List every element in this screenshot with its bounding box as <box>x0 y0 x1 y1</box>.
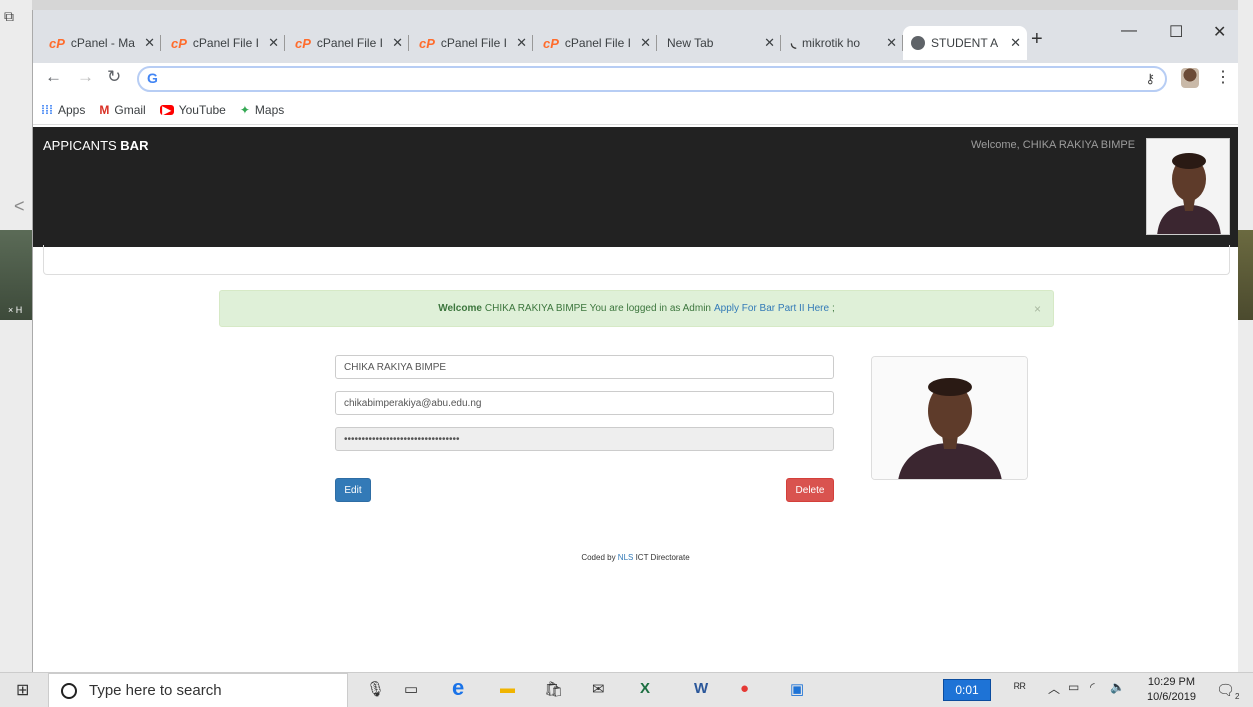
web-page: APPICANTS BAR Welcome, CHIKA RAKIYA BIMP… <box>33 127 1238 672</box>
close-alert-icon[interactable]: × <box>1034 302 1041 316</box>
profile-photo <box>871 356 1028 480</box>
new-tab-icon[interactable]: + <box>1031 28 1043 51</box>
header-panel <box>43 245 1230 275</box>
store-icon[interactable]: 🛍 <box>544 680 563 698</box>
volume-icon[interactable]: 🔈 <box>1110 680 1125 694</box>
taskbar-search[interactable]: Type here to search <box>48 673 348 707</box>
close-tab-icon[interactable]: ✕ <box>886 35 897 51</box>
windows-start-icon[interactable]: ⊞ <box>16 680 29 700</box>
close-tab-icon[interactable]: ✕ <box>392 35 403 51</box>
tab-cpanel-3[interactable]: cP cPanel File I ✕ <box>287 26 409 60</box>
close-tab-icon[interactable]: ✕ <box>764 35 775 51</box>
excel-icon[interactable]: X <box>640 680 650 697</box>
task-view-icon[interactable]: ▭ <box>404 680 418 698</box>
tab-cpanel-4[interactable]: cP cPanel File I ✕ <box>411 26 533 60</box>
cpanel-icon: cP <box>419 35 435 51</box>
mikrotik-icon: ◟ <box>791 35 797 50</box>
profile-avatar-icon[interactable] <box>1181 68 1199 88</box>
tab-cpanel-5[interactable]: cP cPanel File I ✕ <box>535 26 657 60</box>
page-footer: Coded by NLS ICT Directorate <box>581 553 690 562</box>
browser-window: cP cPanel - Ma ✕ cP cPanel File I ✕ cP c… <box>32 10 1238 672</box>
browser-toolbar: ← → ↻ G ⚷ ⋮ <box>33 63 1238 95</box>
apps-grid-icon: ⁞⁞⁞ <box>41 102 53 117</box>
cpanel-icon: cP <box>49 35 65 51</box>
windows-taskbar: ⊞ Type here to search 🎙 ▭ e ▬ 🛍 ✉ X W ● … <box>0 672 1253 707</box>
tab-bar: cP cPanel - Ma ✕ cP cPanel File I ✕ cP c… <box>33 10 1238 63</box>
youtube-icon: ▶ <box>159 104 174 116</box>
restore-window-icon[interactable]: ⧉ <box>4 8 14 25</box>
maximize-icon[interactable]: ☐ <box>1169 22 1183 42</box>
mail-icon[interactable]: ✉ <box>592 680 605 698</box>
site-brand[interactable]: APPICANTS BAR <box>43 138 148 153</box>
close-tab-icon[interactable]: ✕ <box>516 35 527 51</box>
timer-badge[interactable]: 0:01 <box>943 679 991 701</box>
file-explorer-icon[interactable]: ▬ <box>500 680 515 697</box>
nls-link[interactable]: NLS <box>618 553 634 562</box>
name-field[interactable]: CHIKA RAKIYA BIMPE <box>335 355 834 379</box>
bookmarks-bar: ⁞⁞⁞ Apps M Gmail ▶ YouTube ✦ Maps <box>33 95 1238 125</box>
google-icon: G <box>147 70 158 86</box>
delete-button[interactable]: Delete <box>786 478 834 502</box>
reload-icon[interactable]: ↻ <box>107 67 121 87</box>
show-hidden-icons[interactable]: ︿ <box>1048 680 1060 697</box>
minimize-icon[interactable]: — <box>1121 22 1137 40</box>
tab-new-tab[interactable]: New Tab ✕ <box>659 26 781 60</box>
battery-icon[interactable]: ▭ <box>1068 680 1079 694</box>
globe-icon <box>911 36 925 50</box>
welcome-user-text: Welcome, CHIKA RAKIYA BIMPE <box>971 139 1136 151</box>
bookmark-gmail[interactable]: M Gmail <box>99 103 145 117</box>
word-icon[interactable]: W <box>694 680 708 697</box>
people-icon[interactable]: ᴿᴿ <box>1014 680 1026 695</box>
desktop-background <box>0 0 1253 10</box>
back-arrow-icon: < <box>14 196 25 216</box>
app-icon[interactable]: ▣ <box>790 680 804 698</box>
close-window-icon[interactable]: ✕ <box>1213 22 1226 42</box>
tab-cpanel-1[interactable]: cP cPanel - Ma ✕ <box>41 26 161 60</box>
edge-icon[interactable]: e <box>452 675 464 701</box>
background-label: × H <box>8 305 23 315</box>
gmail-icon: M <box>99 102 110 117</box>
header-user-photo <box>1146 138 1230 235</box>
bookmark-maps[interactable]: ✦ Maps <box>240 103 284 117</box>
close-tab-icon[interactable]: ✕ <box>268 35 279 51</box>
password-field[interactable]: ••••••••••••••••••••••••••••••••• <box>335 427 834 451</box>
cortana-icon <box>61 682 77 699</box>
apply-bar-part-ii-link[interactable]: Apply For Bar Part II Here <box>714 303 829 314</box>
cpanel-icon: cP <box>295 35 311 51</box>
close-tab-icon[interactable]: ✕ <box>1010 35 1021 51</box>
background-window-left: ⧉ < × H <box>0 0 32 672</box>
email-field[interactable]: chikabimperakiya@abu.edu.ng <box>335 391 834 415</box>
notification-center-icon[interactable]: 🗨2 <box>1216 681 1240 701</box>
cpanel-icon: cP <box>543 35 559 51</box>
system-clock[interactable]: 10:29 PM 10/6/2019 <box>1147 675 1196 705</box>
tab-student-active[interactable]: STUDENT A ✕ <box>903 26 1027 60</box>
browser-menu-icon[interactable]: ⋮ <box>1215 67 1231 87</box>
cpanel-icon: cP <box>171 35 187 51</box>
key-icon[interactable]: ⚷ <box>1145 71 1155 87</box>
close-tab-icon[interactable]: ✕ <box>640 35 651 51</box>
bookmark-youtube[interactable]: ▶ YouTube <box>159 103 226 117</box>
tab-cpanel-2[interactable]: cP cPanel File I ✕ <box>163 26 285 60</box>
background-image-strip-right <box>1238 230 1253 320</box>
bookmark-apps[interactable]: ⁞⁞⁞ Apps <box>41 103 85 117</box>
edit-button[interactable]: Edit <box>335 478 371 502</box>
tab-mikrotik[interactable]: ◟ mikrotik ho ✕ <box>783 26 903 60</box>
site-header: APPICANTS BAR Welcome, CHIKA RAKIYA BIMP… <box>33 127 1238 247</box>
microphone-icon[interactable]: 🎙 <box>366 680 385 698</box>
chrome-icon[interactable]: ● <box>740 680 749 697</box>
close-tab-icon[interactable]: ✕ <box>144 35 155 51</box>
welcome-alert: Welcome CHIKA RAKIYA BIMPE You are logge… <box>219 290 1054 327</box>
back-icon[interactable]: ← <box>45 67 62 87</box>
address-bar[interactable]: G ⚷ <box>137 66 1167 92</box>
forward-icon[interactable]: → <box>77 67 94 87</box>
maps-icon: ✦ <box>239 102 250 117</box>
wifi-icon[interactable]: ◜ <box>1090 680 1095 694</box>
background-window-right <box>1238 0 1253 672</box>
